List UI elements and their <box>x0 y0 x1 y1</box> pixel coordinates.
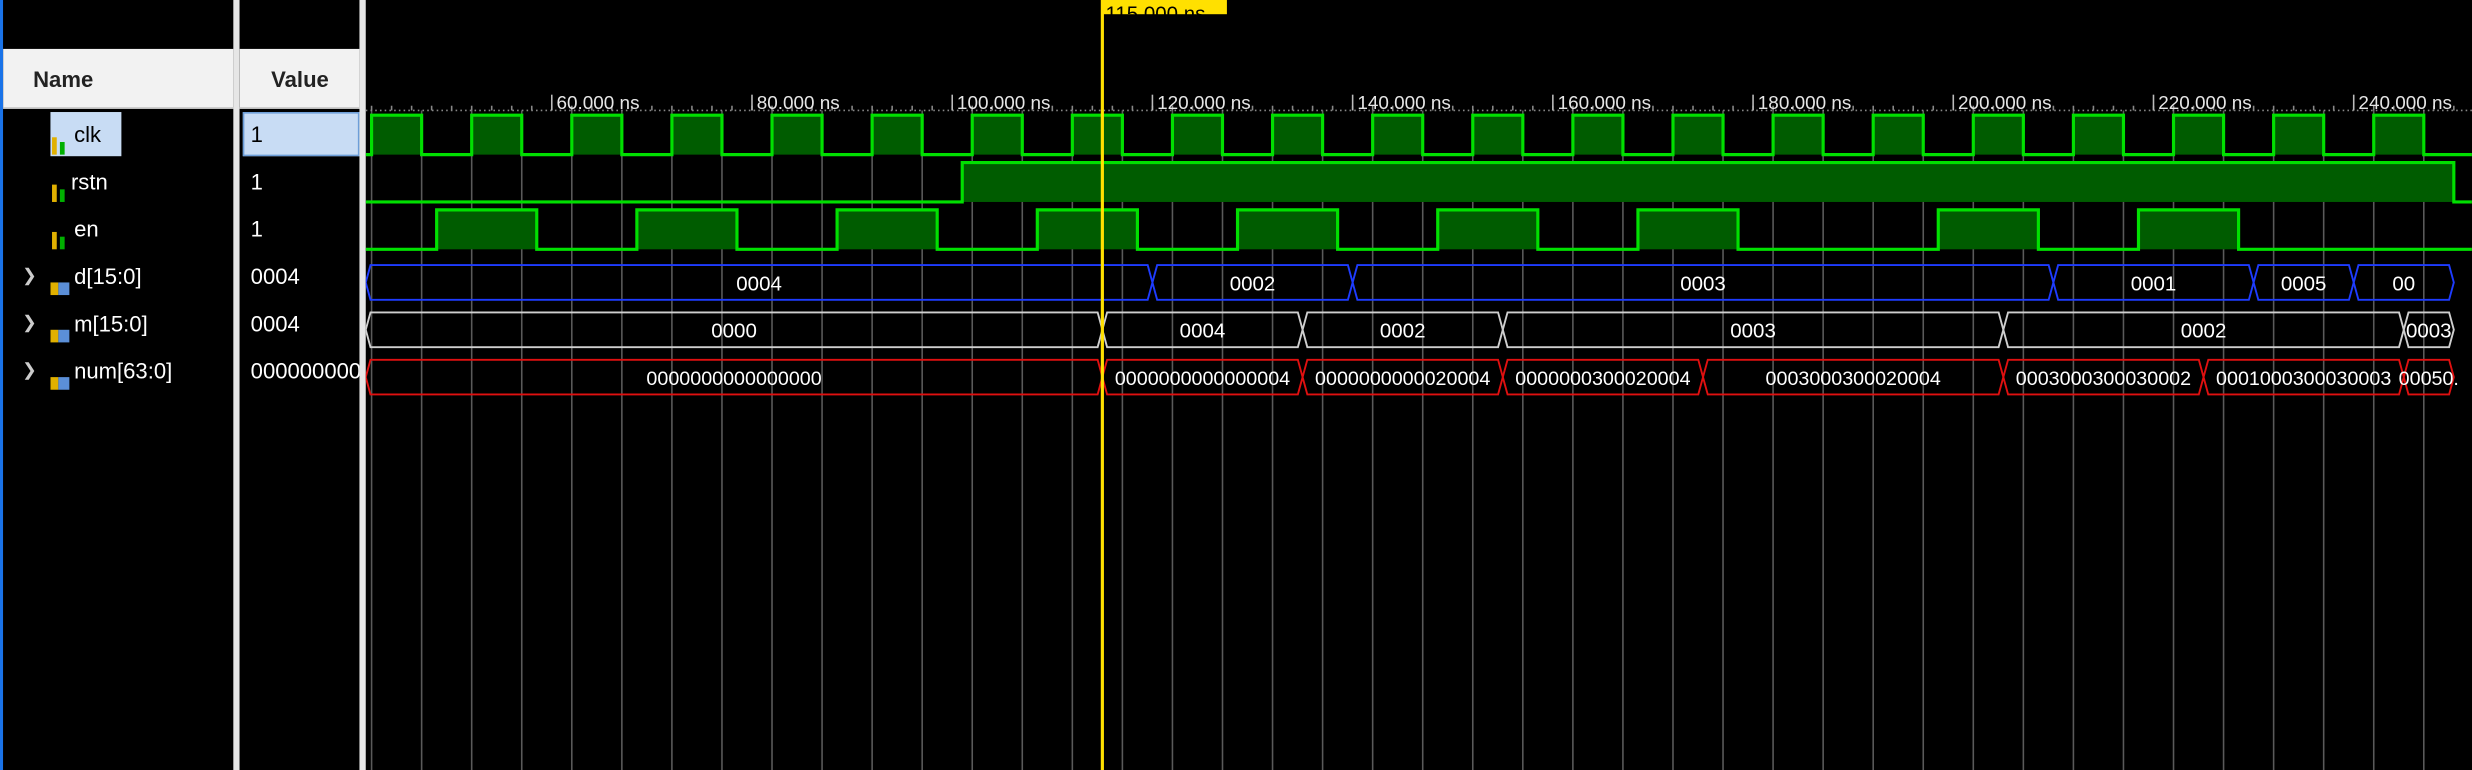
high-pulse <box>571 115 622 155</box>
waveform-num[interactable]: 0000000000000000 0000000000000004 00000000… <box>365 358 2459 396</box>
name-panel: Name clk rstn en ❯ d[15:0] ❯ m[15:0] ❯ n… <box>3 0 234 770</box>
axis-tick-label: 120.000 ns <box>1157 93 1251 114</box>
high-pulse <box>1472 115 1523 155</box>
bus-segment-value: 0000000000020004 <box>1315 368 1490 390</box>
high-pulse <box>436 209 537 250</box>
high-pulse <box>1773 115 1824 155</box>
high-pulse <box>1973 115 2024 155</box>
value-column-header[interactable]: Value <box>239 48 360 109</box>
axis-tick-label: 220.000 ns <box>2158 93 2252 114</box>
high-pulse <box>972 115 1023 155</box>
high-pulse <box>2138 209 2239 250</box>
high-pulse <box>2173 115 2224 155</box>
high-pulse <box>671 115 722 155</box>
high-pulse <box>371 115 422 155</box>
high-pulse <box>1072 115 1123 155</box>
bus-segment-value: 0000000000000000 <box>646 368 821 390</box>
high-pulse <box>1572 115 1623 155</box>
axis-tick-label: 180.000 ns <box>1758 93 1852 114</box>
high-pulse <box>2073 115 2124 155</box>
expand-chevron-icon[interactable]: ❯ <box>22 300 38 347</box>
signal-name: en <box>74 216 99 242</box>
expand-chevron-icon[interactable]: ❯ <box>22 347 38 394</box>
signal-value-d: 0004 <box>250 263 300 289</box>
signal-row-clk[interactable]: clk <box>3 110 233 157</box>
signal-value-clk: 1 <box>250 121 263 147</box>
high-pulse <box>1938 209 2039 250</box>
expand-chevron-icon[interactable]: ❯ <box>22 252 38 299</box>
bus-segment-value: 0002 <box>1380 320 1426 343</box>
high-pulse <box>962 162 2454 202</box>
axis-tick-label: 80.000 ns <box>757 93 840 114</box>
signal-row-m[interactable]: ❯ m[15:0] <box>3 300 233 347</box>
high-pulse <box>1637 209 1739 250</box>
bus-segment-value: 0003000300030002 <box>2016 368 2191 390</box>
high-pulse <box>471 115 522 155</box>
bus-segment-value: 0001 <box>2131 272 2177 295</box>
bus-segment-value: 0000 <box>711 320 757 343</box>
axis-tick-label: 160.000 ns <box>1558 93 1652 114</box>
bus-segment-value: 0003 <box>1730 320 1776 343</box>
signal-row-rstn[interactable]: rstn <box>3 158 233 205</box>
waveform-viewer: Name clk rstn en ❯ d[15:0] ❯ m[15:0] ❯ n… <box>0 0 2472 770</box>
signal-name: clk <box>74 121 102 147</box>
axis-tick-label: 60.000 ns <box>557 93 640 114</box>
signal-row-d[interactable]: ❯ d[15:0] <box>3 252 233 299</box>
signal-value-en: 1 <box>250 216 263 242</box>
high-pulse <box>1372 115 1423 155</box>
signal-row-en[interactable]: en <box>3 205 233 252</box>
waveform-m[interactable]: 0000 0004 0002 0003 0002 0003 <box>365 311 2455 349</box>
high-pulse <box>2373 115 2424 155</box>
waveform-clk[interactable] <box>365 113 2472 157</box>
bus-segment-value: 0003 <box>2406 320 2452 343</box>
bus-segment-value: 0003000300020004 <box>1766 368 1941 390</box>
bus-segment-value: 0001000300030003 <box>2216 368 2391 390</box>
signal-name: m[15:0] <box>74 310 148 337</box>
axis-tick-label: 100.000 ns <box>957 93 1051 114</box>
high-pulse <box>1037 209 1138 250</box>
high-pulse <box>1873 115 1924 155</box>
high-pulse <box>636 209 737 250</box>
high-pulse <box>872 115 923 155</box>
value-panel: Value 1 1 1 0004 0004 000000000 <box>239 0 360 770</box>
bus-segment-value: 0004 <box>1180 320 1226 343</box>
signal-value-num: 000000000 <box>250 358 360 384</box>
signal-row-num[interactable]: ❯ num[63:0] <box>3 347 233 394</box>
axis-tick-label: 240.000 ns <box>2358 93 2452 114</box>
axis-tick-label: 200.000 ns <box>1958 93 2052 114</box>
name-column-header[interactable]: Name <box>3 48 234 109</box>
high-pulse <box>1172 115 1223 155</box>
bus-segment-value: 0002 <box>1230 272 1276 295</box>
high-pulse <box>1672 115 1724 155</box>
high-pulse <box>1237 209 1338 250</box>
bus-segment-value: 0002 <box>2181 320 2227 343</box>
signal-name: rstn <box>70 168 108 195</box>
waveform-en[interactable] <box>365 208 2472 251</box>
signal-name: num[63:0] <box>74 358 173 384</box>
bus-segment-value: 0004 <box>736 272 782 295</box>
signal-value-m: 0004 <box>250 310 300 337</box>
cursor-time-label: 115.000 ns <box>1106 3 1206 26</box>
bus-signal-icon <box>50 361 70 408</box>
waveform-area[interactable]: 60.000 ns 80.000 ns 100.000 ns 120.000 ns 14… <box>365 0 2472 770</box>
waveform-d[interactable]: 0004 0002 0003 0001 0005 00 <box>365 264 2455 301</box>
bus-segment-value: 00050. <box>2399 368 2459 390</box>
bus-segment-value: 0003 <box>1680 272 1726 295</box>
signal-value-rstn: 1 <box>250 168 263 195</box>
high-pulse <box>1272 115 1323 155</box>
bus-segment-value: 0000000000000004 <box>1115 368 1290 390</box>
high-pulse <box>2273 115 2324 155</box>
high-pulse <box>772 115 823 155</box>
axis-tick-label: 140.000 ns <box>1357 93 1451 114</box>
bus-segment-value: 0000000300020004 <box>1515 368 1690 390</box>
high-pulse <box>837 209 938 250</box>
waveform-rstn[interactable] <box>365 160 2472 204</box>
high-pulse <box>1437 209 1538 250</box>
time-axis: 60.000 ns 80.000 ns 100.000 ns 120.000 ns 14… <box>365 93 2472 114</box>
bus-segment-value: 0005 <box>2281 272 2327 295</box>
signal-name: d[15:0] <box>74 263 142 289</box>
bus-segment-value: 00 <box>2392 272 2415 295</box>
